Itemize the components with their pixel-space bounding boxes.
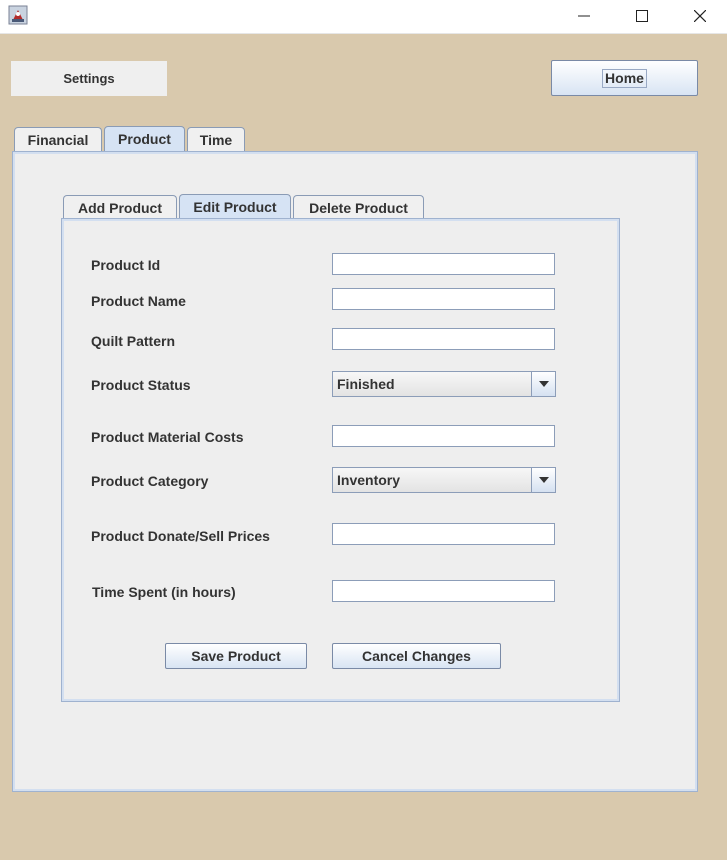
product-category-value: Inventory xyxy=(337,472,401,488)
time-spent-label: Time Spent (in hours) xyxy=(92,584,236,600)
material-costs-label: Product Material Costs xyxy=(91,429,244,445)
product-status-dropdown[interactable]: Finished xyxy=(332,371,556,397)
material-costs-field[interactable] xyxy=(332,425,555,447)
chevron-down-icon[interactable] xyxy=(531,468,555,492)
donate-sell-prices-label: Product Donate/Sell Prices xyxy=(91,528,270,544)
tab-product[interactable]: Product xyxy=(104,126,185,151)
tab-delete-product[interactable]: Delete Product xyxy=(293,195,424,219)
tab-add-product[interactable]: Add Product xyxy=(63,195,177,219)
tab-time[interactable]: Time xyxy=(187,127,245,151)
java-cup-icon xyxy=(8,5,28,25)
window-titlebar xyxy=(0,0,727,34)
settings-label: Settings xyxy=(11,61,167,96)
quilt-pattern-field[interactable] xyxy=(332,328,555,350)
product-status-value: Finished xyxy=(337,376,395,392)
product-id-label: Product Id xyxy=(91,257,161,273)
home-button-label: Home xyxy=(602,68,647,88)
product-category-label: Product Category xyxy=(91,473,209,489)
product-id-field[interactable] xyxy=(332,253,555,275)
cancel-changes-button[interactable]: Cancel Changes xyxy=(332,643,501,669)
donate-sell-prices-field[interactable] xyxy=(332,523,555,545)
quilt-pattern-label: Quilt Pattern xyxy=(91,333,176,349)
minimize-icon[interactable] xyxy=(555,0,613,32)
tab-edit-product[interactable]: Edit Product xyxy=(179,194,291,219)
close-icon[interactable] xyxy=(671,0,727,32)
save-product-button[interactable]: Save Product xyxy=(165,643,307,669)
tab-financial[interactable]: Financial xyxy=(14,127,102,151)
product-name-field[interactable] xyxy=(332,288,555,310)
product-status-label: Product Status xyxy=(91,377,191,393)
product-name-label: Product Name xyxy=(91,293,186,309)
time-spent-field[interactable] xyxy=(332,580,555,602)
home-button[interactable]: Home xyxy=(551,60,698,96)
maximize-icon[interactable] xyxy=(613,0,671,32)
chevron-down-icon[interactable] xyxy=(531,372,555,396)
product-category-dropdown[interactable]: Inventory xyxy=(332,467,556,493)
